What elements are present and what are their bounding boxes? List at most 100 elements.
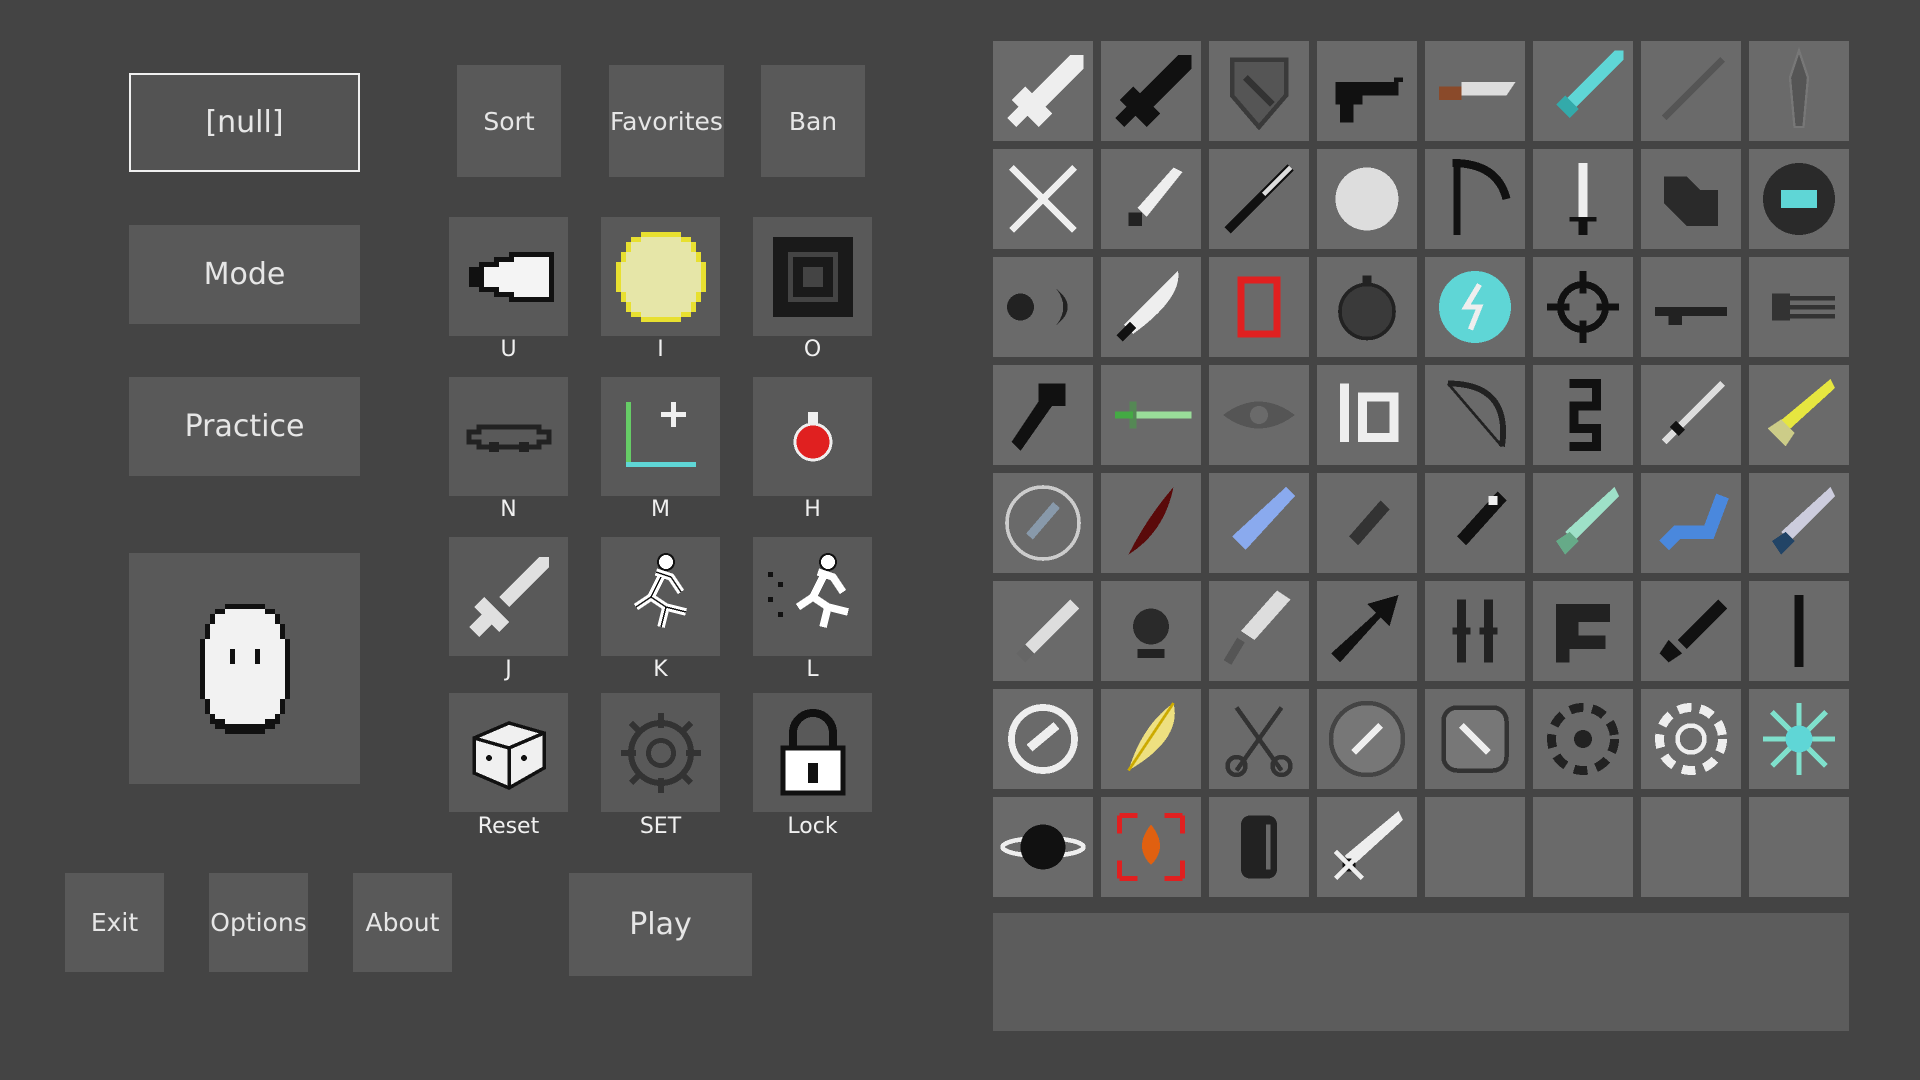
weapon-cell[interactable] <box>1425 581 1525 681</box>
weapon-cell[interactable] <box>1209 689 1309 789</box>
weapon-cell[interactable] <box>1425 149 1525 249</box>
weapon-cell[interactable] <box>993 689 1093 789</box>
weapon-cell[interactable] <box>1209 41 1309 141</box>
weapon-cell[interactable] <box>1209 797 1309 897</box>
cyan-sword-icon <box>1556 50 1624 118</box>
sort-button[interactable]: Sort <box>457 65 561 177</box>
weapon-cell[interactable] <box>1317 149 1417 249</box>
empty-slot[interactable] <box>1533 797 1633 897</box>
weapon-cell[interactable] <box>1533 149 1633 249</box>
set-button[interactable] <box>601 693 720 812</box>
weapon-cell[interactable] <box>1533 473 1633 573</box>
weapon-cell[interactable] <box>1317 473 1417 573</box>
slot-k[interactable] <box>601 537 720 656</box>
weapon-cell[interactable] <box>1317 41 1417 141</box>
weapon-cell[interactable] <box>1425 473 1525 573</box>
weapon-cell[interactable] <box>1641 689 1741 789</box>
weapon-cell[interactable] <box>1533 257 1633 357</box>
weapon-cell[interactable] <box>1101 797 1201 897</box>
weapon-cell[interactable] <box>1749 365 1849 465</box>
chain-ring-icon <box>466 424 551 452</box>
weapon-cell[interactable] <box>993 149 1093 249</box>
weapon-cell[interactable] <box>1749 473 1849 573</box>
weapon-cell[interactable] <box>1425 41 1525 141</box>
empty-slot[interactable] <box>1641 797 1741 897</box>
slot-u[interactable] <box>449 217 568 336</box>
dot-crescent-icon <box>1007 289 1068 325</box>
weapon-cell[interactable] <box>1317 365 1417 465</box>
slot-o[interactable] <box>753 217 872 336</box>
slot-j[interactable] <box>449 537 568 656</box>
cyan-burst-icon <box>1763 703 1835 775</box>
weapon-cell[interactable] <box>1425 365 1525 465</box>
bow-icon <box>1446 380 1506 448</box>
slot-h[interactable] <box>753 377 872 496</box>
weapon-cell[interactable] <box>1533 365 1633 465</box>
weapon-cell[interactable] <box>1533 581 1633 681</box>
about-button[interactable]: About <box>353 873 452 972</box>
weapon-cell[interactable] <box>1209 257 1309 357</box>
weapon-cell[interactable] <box>993 797 1093 897</box>
name-field[interactable]: [null] <box>129 73 360 172</box>
weapon-cell[interactable] <box>1425 689 1525 789</box>
weapon-cell[interactable] <box>1317 797 1417 897</box>
weapon-cell[interactable] <box>993 581 1093 681</box>
reset-button[interactable] <box>449 693 568 812</box>
weapon-cell[interactable] <box>1641 365 1741 465</box>
weapon-cell[interactable] <box>1641 257 1741 357</box>
empty-slot[interactable] <box>1425 797 1525 897</box>
options-button[interactable]: Options <box>209 873 308 972</box>
favorites-button[interactable]: Favorites <box>609 65 724 177</box>
weapon-cell[interactable] <box>1641 41 1741 141</box>
slot-n[interactable] <box>449 377 568 496</box>
weapon-cell[interactable] <box>1101 149 1201 249</box>
ban-button[interactable]: Ban <box>761 65 865 177</box>
weapon-cell[interactable] <box>1641 581 1741 681</box>
lock-button[interactable] <box>753 693 872 812</box>
weapon-cell[interactable] <box>1209 473 1309 573</box>
weapon-cell[interactable] <box>993 41 1093 141</box>
weapon-cell[interactable] <box>1101 365 1201 465</box>
mode-button[interactable]: Mode <box>129 225 360 324</box>
weapon-cell[interactable] <box>1641 149 1741 249</box>
slot-m[interactable] <box>601 377 720 496</box>
weapon-cell[interactable] <box>993 365 1093 465</box>
weapon-cell[interactable] <box>1749 149 1849 249</box>
key-label-h: H <box>804 497 821 522</box>
weapon-cell[interactable] <box>1317 689 1417 789</box>
exit-button[interactable]: Exit <box>65 873 164 972</box>
cleaver-icon <box>1223 590 1291 665</box>
black-sword-icon <box>1115 55 1192 127</box>
play-button[interactable]: Play <box>569 873 752 976</box>
green-sword-icon <box>1115 401 1192 429</box>
weapon-cell[interactable] <box>1101 257 1201 357</box>
weapon-cell[interactable] <box>993 473 1093 573</box>
weapon-cell[interactable] <box>1749 41 1849 141</box>
weapon-cell[interactable] <box>1101 41 1201 141</box>
weapon-cell[interactable] <box>1533 689 1633 789</box>
slot-i[interactable] <box>601 217 720 336</box>
bullet-icon <box>468 251 554 302</box>
weapon-cell[interactable] <box>1209 365 1309 465</box>
about-label: About <box>365 908 440 937</box>
weapon-cell[interactable] <box>993 257 1093 357</box>
glyph-icon <box>1569 379 1601 451</box>
weapon-cell[interactable] <box>1209 581 1309 681</box>
weapon-cell[interactable] <box>1641 473 1741 573</box>
slot-l[interactable] <box>753 537 872 656</box>
weapon-cell[interactable] <box>1749 581 1849 681</box>
weapon-cell[interactable] <box>1317 581 1417 681</box>
empty-slot[interactable] <box>1749 797 1849 897</box>
weapon-cell[interactable] <box>1101 689 1201 789</box>
candle-sword-icon <box>1569 163 1597 235</box>
weapon-cell[interactable] <box>1749 257 1849 357</box>
weapon-cell[interactable] <box>1425 257 1525 357</box>
weapon-cell[interactable] <box>1209 149 1309 249</box>
weapon-cell[interactable] <box>1749 689 1849 789</box>
weapon-cell[interactable] <box>1101 581 1201 681</box>
practice-button[interactable]: Practice <box>129 377 360 476</box>
weapon-cell[interactable] <box>1533 41 1633 141</box>
weapon-cell[interactable] <box>1101 473 1201 573</box>
weapon-cell[interactable] <box>1317 257 1417 357</box>
avatar[interactable] <box>129 553 360 784</box>
